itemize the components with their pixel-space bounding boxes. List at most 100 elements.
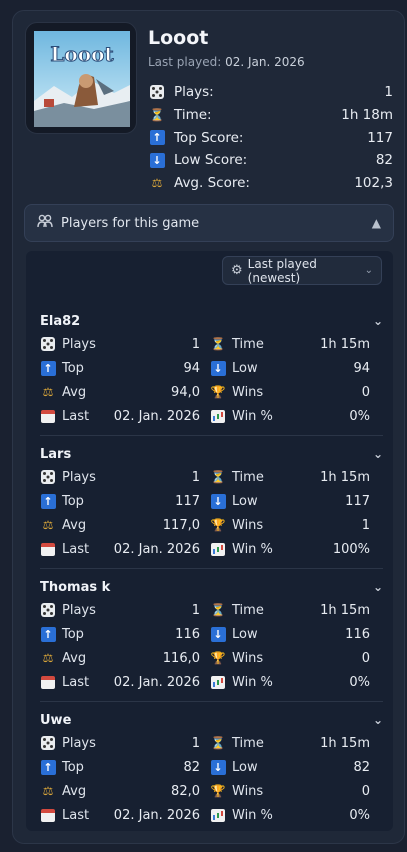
chevron-down-icon: ⌄	[372, 314, 383, 328]
avg-value: 94,0	[171, 384, 200, 400]
time-label: Time	[232, 735, 264, 751]
svg-text:Looot: Looot	[50, 42, 114, 66]
last-label: Last	[62, 807, 90, 823]
last-played-label: Last played:	[148, 55, 222, 69]
player-card: Thomas k ⌄ Plays 1 ⏳ Time 1h 15m ↑ Top 116 ↓ L…	[40, 568, 383, 694]
player-header[interactable]: Ela82 ⌄	[40, 310, 383, 332]
wins-label: Wins	[232, 783, 264, 799]
top-label: Top	[62, 759, 84, 775]
up-arrow-icon: ↑	[40, 759, 56, 775]
time-value: 1h 15m	[320, 336, 370, 352]
collapse-caret-icon: ▲	[371, 216, 381, 230]
plays-label: Plays	[62, 469, 96, 485]
hourglass-icon: ⏳	[210, 603, 226, 617]
last-label: Last	[62, 408, 90, 424]
last-label: Last	[62, 674, 90, 690]
last-played-value: 02. Jan. 2026	[225, 55, 305, 69]
trophy-icon: 🏆	[210, 385, 226, 399]
scale-icon: ⚖	[42, 518, 54, 532]
bar-chart-icon	[210, 808, 226, 822]
game-stats: Plays: 1 ⏳ Time: 1h 18m ↑ Top Score: 117…	[148, 81, 393, 194]
top-value: 94	[183, 360, 200, 376]
bar-chart-icon	[210, 675, 226, 689]
low-label: Low	[232, 493, 258, 509]
low-label: Low	[232, 360, 258, 376]
stat-value: 117	[367, 129, 393, 146]
avg-value: 117,0	[162, 517, 200, 533]
plays-label: Plays	[62, 602, 96, 618]
plays-value: 1	[191, 602, 200, 618]
people-icon	[37, 214, 53, 232]
sort-label: Last played (newest)	[247, 256, 317, 285]
player-header[interactable]: Uwe ⌄	[40, 709, 383, 731]
stat-low-score: ↓ Low Score: 82	[148, 149, 393, 172]
win-pct-label: Win %	[232, 674, 273, 690]
last-value: 02. Jan. 2026	[113, 674, 200, 690]
dice-icon	[40, 736, 56, 750]
calendar-icon	[40, 542, 56, 556]
player-name: Ela82	[40, 313, 81, 329]
player-name: Lars	[40, 446, 72, 462]
scale-icon: ⚖	[151, 176, 163, 191]
stat-value: 1	[384, 84, 393, 101]
low-value: 116	[345, 626, 370, 642]
last-played: Last played: 02. Jan. 2026	[148, 55, 305, 69]
avg-label: Avg	[62, 783, 87, 799]
wins-value: 0	[361, 783, 370, 799]
stat-label: Time:	[174, 107, 212, 124]
wins-value: 0	[361, 384, 370, 400]
down-arrow-icon: ↓	[210, 759, 226, 775]
calendar-icon	[40, 675, 56, 689]
low-label: Low	[232, 759, 258, 775]
last-value: 02. Jan. 2026	[113, 541, 200, 557]
player-header[interactable]: Thomas k ⌄	[40, 576, 383, 598]
top-value: 82	[183, 759, 200, 775]
avg-label: Avg	[62, 384, 87, 400]
divider	[40, 568, 383, 569]
calendar-icon	[40, 409, 56, 423]
stat-top-score: ↑ Top Score: 117	[148, 126, 393, 149]
stat-value: 82	[375, 152, 393, 169]
bar-chart-icon	[210, 409, 226, 423]
top-label: Top	[62, 626, 84, 642]
avg-value: 116,0	[162, 650, 200, 666]
low-value: 117	[345, 493, 370, 509]
top-label: Top	[62, 493, 84, 509]
gear-icon: ⚙	[231, 263, 243, 278]
dice-icon	[40, 337, 56, 351]
calendar-icon	[40, 808, 56, 822]
time-label: Time	[232, 602, 264, 618]
last-label: Last	[62, 541, 90, 557]
down-arrow-icon: ↓	[210, 360, 226, 376]
game-cover-image: Looot	[25, 22, 137, 134]
chevron-down-icon: ⌄	[372, 580, 383, 594]
game-card: Looot Looot Last played: 02. Jan. 2026 P…	[12, 10, 405, 844]
player-header[interactable]: Lars ⌄	[40, 443, 383, 465]
win-pct-label: Win %	[232, 541, 273, 557]
win-pct-value: 0%	[349, 674, 370, 690]
divider	[40, 435, 383, 436]
sort-dropdown[interactable]: ⚙ Last played (newest) ⌄	[222, 256, 382, 285]
divider	[40, 701, 383, 702]
dice-icon	[148, 84, 166, 100]
wins-label: Wins	[232, 517, 264, 533]
wins-value: 1	[361, 517, 370, 533]
last-value: 02. Jan. 2026	[113, 807, 200, 823]
chevron-down-icon: ⌄	[364, 265, 373, 276]
wins-label: Wins	[232, 384, 264, 400]
scale-icon: ⚖	[42, 385, 54, 399]
last-value: 02. Jan. 2026	[113, 408, 200, 424]
dice-icon	[40, 603, 56, 617]
plays-label: Plays	[62, 735, 96, 751]
wins-label: Wins	[232, 650, 264, 666]
stat-label: Plays:	[174, 84, 214, 101]
players-section-label: Players for this game	[61, 215, 200, 231]
time-label: Time	[232, 336, 264, 352]
stat-label: Low Score:	[174, 152, 248, 169]
trophy-icon: 🏆	[210, 784, 226, 798]
scale-icon: ⚖	[42, 651, 54, 665]
players-section-toggle[interactable]: Players for this game ▲	[24, 204, 394, 242]
stat-value: 1h 18m	[341, 107, 393, 124]
chevron-down-icon: ⌄	[372, 713, 383, 727]
avg-value: 82,0	[171, 783, 200, 799]
